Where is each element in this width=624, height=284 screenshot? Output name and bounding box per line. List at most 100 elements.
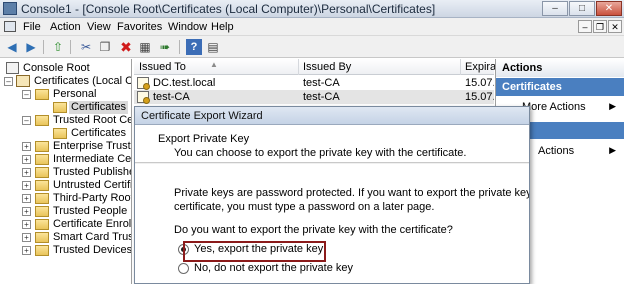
menu-view[interactable]: View xyxy=(87,21,111,33)
collapse-icon[interactable]: – xyxy=(22,116,31,125)
expand-icon[interactable]: + xyxy=(22,142,31,151)
radio-unchecked-icon[interactable] xyxy=(178,262,189,274)
tree-label: Certificates (Local Com xyxy=(34,75,131,87)
dialog-subheading: You can choose to export the private key… xyxy=(174,147,467,159)
expand-icon[interactable]: + xyxy=(22,194,31,203)
folder-icon xyxy=(35,115,49,126)
dialog-header: Export Private Key You can choose to exp… xyxy=(135,125,529,163)
expand-icon[interactable]: + xyxy=(22,233,31,242)
expand-icon[interactable]: + xyxy=(22,207,31,216)
radio-export-no[interactable]: No, do not export the private key xyxy=(178,260,353,276)
submenu-arrow-icon: ▶ xyxy=(609,101,616,111)
actions-section-certificates[interactable]: Certificates xyxy=(496,78,624,96)
show-hide-pane-icon[interactable]: ▤ xyxy=(205,39,221,55)
forward-arrow-icon[interactable]: ▶ xyxy=(23,39,39,55)
export-icon[interactable]: ➠ xyxy=(157,39,173,55)
certificate-icon xyxy=(137,91,150,104)
highlight-annotation-box xyxy=(183,241,326,262)
expand-icon[interactable]: + xyxy=(22,181,31,190)
info-text-line-2: certificate, you must type a password on… xyxy=(174,201,435,213)
mdi-controls: – ❐ ✕ xyxy=(578,20,622,33)
tree-label: Smart Card Trusted xyxy=(53,231,131,243)
menu-favorites[interactable]: Favorites xyxy=(117,21,162,33)
properties-icon[interactable]: ▦ xyxy=(137,39,153,55)
column-header-issued-by[interactable]: Issued By xyxy=(303,61,351,73)
toolbar-separator xyxy=(179,40,180,54)
tree-label: Third-Party Root C xyxy=(53,192,132,204)
tree-label: Console Root xyxy=(23,62,90,74)
column-separator[interactable] xyxy=(298,59,299,75)
submenu-arrow-icon: ▶ xyxy=(609,145,616,155)
cell-issued-by: test-CA xyxy=(303,77,340,89)
menu-window[interactable]: Window xyxy=(168,21,207,33)
collapse-icon[interactable]: – xyxy=(4,77,13,86)
cell-expiration: 15.07. xyxy=(465,91,494,103)
column-header-issued-to[interactable]: Issued To xyxy=(139,61,186,73)
help-icon[interactable]: ? xyxy=(186,39,202,55)
folder-icon xyxy=(35,154,49,165)
folder-icon xyxy=(35,206,49,217)
tree-label: Certificate Enrollme xyxy=(53,218,132,230)
minimize-button[interactable]: – xyxy=(542,1,568,16)
close-button[interactable]: ✕ xyxy=(596,1,622,16)
cell-issued-to: test-CA xyxy=(153,91,190,103)
maximize-button[interactable]: □ xyxy=(569,1,595,16)
column-separator[interactable] xyxy=(460,59,461,75)
menu-action[interactable]: Action xyxy=(50,21,81,33)
folder-icon xyxy=(53,102,67,113)
tree-label: Trusted Publishers xyxy=(53,166,131,178)
window-title: Console1 - [Console Root\Certificates (L… xyxy=(21,2,436,16)
dialog-body: Private keys are password protected. If … xyxy=(135,164,530,283)
folder-icon xyxy=(35,180,49,191)
up-folder-icon[interactable]: ⇧ xyxy=(50,39,66,55)
expand-icon[interactable]: + xyxy=(22,168,31,177)
tree-label: Intermediate Certi xyxy=(53,153,132,165)
copy-icon[interactable]: ❐ xyxy=(97,39,113,55)
mdi-restore-button[interactable]: ❐ xyxy=(593,20,607,33)
export-question: Do you want to export the private key wi… xyxy=(174,224,453,236)
folder-icon xyxy=(35,141,49,152)
toolbar-separator xyxy=(70,40,71,54)
folder-icon xyxy=(35,219,49,230)
sort-ascending-icon: ▲ xyxy=(210,60,218,69)
cut-icon[interactable]: ✂ xyxy=(78,39,94,55)
back-arrow-icon[interactable]: ◀ xyxy=(4,39,20,55)
radio-label-no: No, do not export the private key xyxy=(194,262,353,274)
more-actions-link-2[interactable]: Actions xyxy=(538,145,574,157)
toolbar-separator xyxy=(43,40,44,54)
menu-help[interactable]: Help xyxy=(211,21,234,33)
collapse-icon[interactable]: – xyxy=(22,90,31,99)
actions-title: Actions xyxy=(496,59,624,77)
mdi-minimize-button[interactable]: – xyxy=(578,20,592,33)
mmc-app-icon xyxy=(3,2,17,15)
certificates-snapin-icon xyxy=(16,75,30,87)
certificate-export-wizard: Certificate Export Wizard Export Private… xyxy=(134,106,530,284)
expand-icon[interactable]: + xyxy=(22,220,31,229)
mdi-close-button[interactable]: ✕ xyxy=(608,20,622,33)
console-tree: Console Root – Certificates (Local Com –… xyxy=(0,59,132,284)
folder-icon xyxy=(35,167,49,178)
folder-icon xyxy=(35,193,49,204)
table-row[interactable]: DC.test.local test-CA 15.07. xyxy=(134,76,494,90)
console-root-icon xyxy=(6,62,19,74)
window-controls: – □ ✕ xyxy=(542,1,622,16)
expand-icon[interactable]: + xyxy=(22,155,31,164)
tree-label: Personal xyxy=(53,88,97,100)
title-bar: Console1 - [Console Root\Certificates (L… xyxy=(0,0,624,18)
menu-file[interactable]: File xyxy=(23,21,41,33)
folder-icon xyxy=(35,89,49,100)
folder-icon xyxy=(53,128,67,139)
folder-icon xyxy=(35,232,49,243)
info-text-line-1: Private keys are password protected. If … xyxy=(174,187,530,199)
table-row[interactable]: test-CA test-CA 15.07. xyxy=(134,90,494,104)
dialog-heading: Export Private Key xyxy=(158,133,250,145)
cell-issued-by: test-CA xyxy=(303,91,340,103)
toolbar: ◀ ▶ ⇧ ✂ ❐ ✖ ▦ ➠ ? ▤ xyxy=(0,36,624,58)
dialog-title: Certificate Export Wizard xyxy=(135,107,529,125)
delete-icon[interactable]: ✖ xyxy=(118,39,134,55)
system-menu-icon[interactable] xyxy=(4,21,16,32)
expand-icon[interactable]: + xyxy=(22,246,31,255)
tree-label: Certificates xyxy=(69,101,129,114)
tree-label: Trusted People xyxy=(53,205,128,217)
more-actions-link[interactable]: More Actions xyxy=(522,101,586,113)
